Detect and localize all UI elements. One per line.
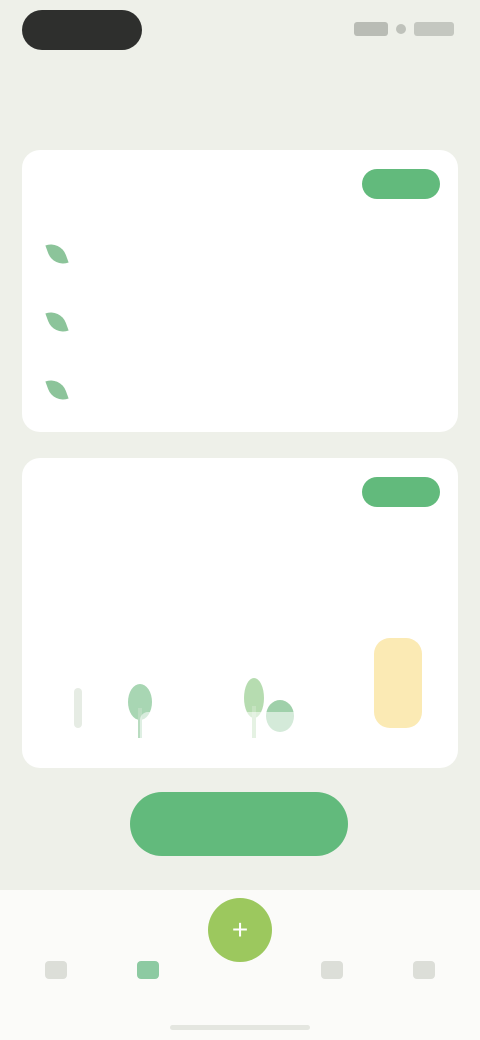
stats-row bbox=[44, 538, 436, 608]
signal-icon bbox=[354, 22, 388, 36]
tab-home[interactable] bbox=[26, 948, 86, 998]
dynamic-island bbox=[22, 10, 142, 50]
chart-icon bbox=[321, 961, 343, 979]
leaf-icon bbox=[44, 307, 70, 337]
growth-message bbox=[140, 712, 340, 766]
home-indicator bbox=[170, 1025, 310, 1030]
status-icons bbox=[354, 22, 454, 36]
sun-shape bbox=[374, 638, 422, 728]
battery-icon bbox=[414, 22, 454, 36]
leaf-icon bbox=[137, 961, 159, 979]
list-item[interactable] bbox=[44, 220, 436, 288]
bottom-tab-bar: + bbox=[0, 890, 480, 1040]
growth-card-header bbox=[44, 476, 440, 508]
plus-icon[interactable]: + bbox=[208, 898, 272, 962]
leaf-icon bbox=[44, 239, 70, 269]
growth-card-action-button[interactable] bbox=[362, 477, 440, 507]
status-bar bbox=[0, 0, 480, 64]
plants-card-action-button[interactable] bbox=[362, 169, 440, 199]
plants-card bbox=[22, 150, 458, 432]
list-item[interactable] bbox=[44, 356, 436, 424]
leaf-icon bbox=[44, 375, 70, 405]
stem-shape bbox=[74, 688, 82, 728]
primary-action-button[interactable] bbox=[130, 792, 348, 856]
wifi-icon bbox=[396, 24, 406, 34]
profile-icon bbox=[413, 961, 435, 979]
tab-profile[interactable] bbox=[394, 948, 454, 998]
tab-plants[interactable] bbox=[118, 948, 178, 998]
plants-card-header bbox=[44, 168, 440, 200]
plant-list bbox=[44, 220, 436, 424]
list-item[interactable] bbox=[44, 288, 436, 356]
tab-stats[interactable] bbox=[302, 948, 362, 998]
home-icon bbox=[45, 961, 67, 979]
